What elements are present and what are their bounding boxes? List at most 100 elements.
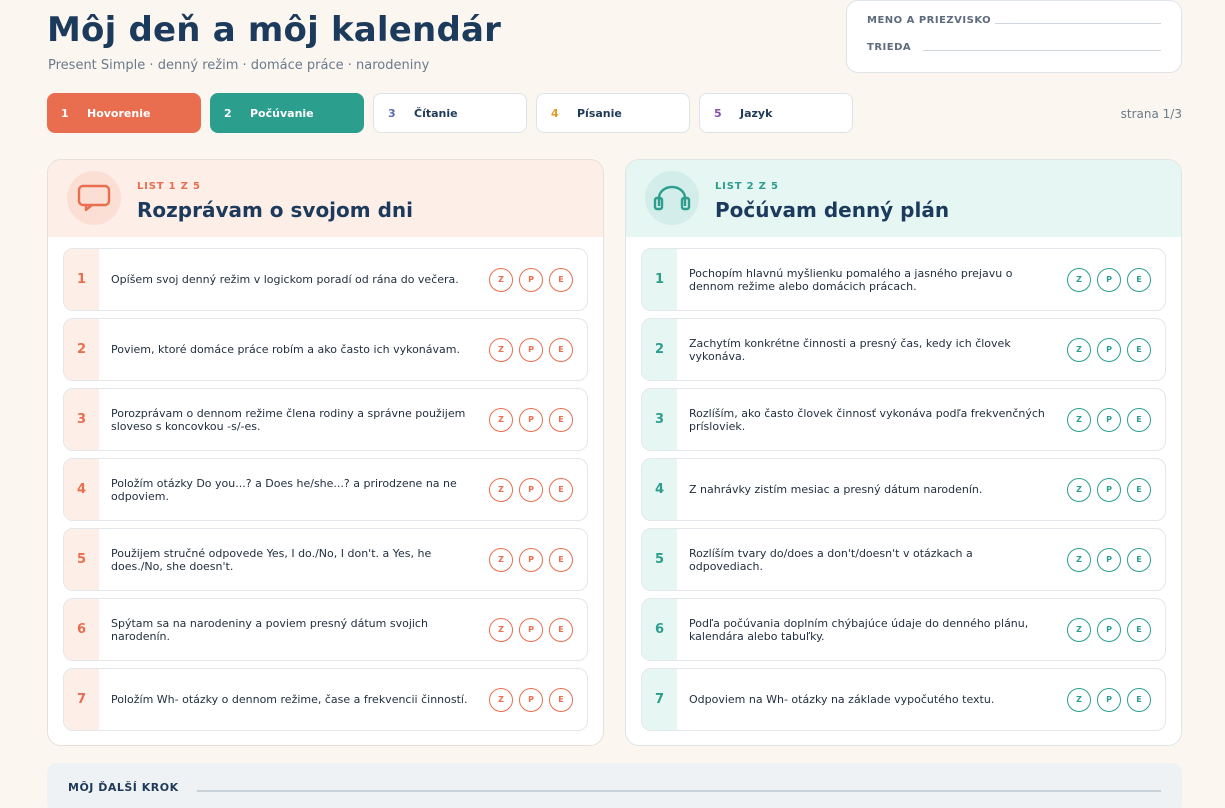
rating-circle-e[interactable]: E bbox=[1127, 617, 1151, 642]
rating-circle-e[interactable]: E bbox=[549, 407, 573, 432]
name-label: MENO A PRIEZVISKO bbox=[867, 15, 992, 26]
class-line[interactable] bbox=[923, 49, 1161, 52]
card-heading: Rozprávam o svojom dni bbox=[137, 198, 413, 222]
rating-circle-p[interactable]: P bbox=[519, 687, 543, 712]
rating-options: ZPE bbox=[489, 267, 573, 292]
tab-label: Čítanie bbox=[414, 106, 458, 120]
goal-list: 1 Opíšem svoj denný režim v logickom pora… bbox=[63, 248, 588, 738]
tab-pocuvanie[interactable]: 2 Počúvanie bbox=[210, 93, 364, 133]
goal-number: 7 bbox=[642, 669, 677, 730]
rating-options: ZPE bbox=[489, 337, 573, 362]
goal-item: 2 Zachytím konkrétne činnosti a presný ča… bbox=[641, 318, 1166, 381]
tab-number: 3 bbox=[388, 106, 396, 120]
rating-options: ZPE bbox=[489, 407, 573, 432]
rating-circle-p[interactable]: P bbox=[519, 617, 543, 642]
goal-text: Rozlíším, ako často človek činnosť vykon… bbox=[689, 406, 1045, 433]
goal-text: Porozprávam o dennom režime člena rodiny… bbox=[111, 406, 466, 433]
rating-circle-p[interactable]: P bbox=[1097, 407, 1121, 432]
rating-circle-z[interactable]: Z bbox=[1067, 547, 1091, 572]
rating-circle-e[interactable]: E bbox=[1127, 407, 1151, 432]
tab-citanie[interactable]: 3 Čítanie bbox=[373, 93, 527, 133]
tab-label: Hovorenie bbox=[87, 106, 151, 120]
goal-text: Spýtam sa na narodeniny a poviem presný … bbox=[111, 616, 428, 643]
goal-text: Podľa počúvania doplním chýbajúce údaje … bbox=[689, 616, 1029, 643]
rating-circle-z[interactable]: Z bbox=[489, 477, 513, 502]
rating-circle-p[interactable]: P bbox=[1097, 687, 1121, 712]
next-step-line[interactable] bbox=[197, 790, 1161, 792]
rating-circle-z[interactable]: Z bbox=[489, 337, 513, 362]
goal-item: 3 Rozlíším, ako často človek činnosť vyko… bbox=[641, 388, 1166, 451]
card-kicker: LIST 2 Z 5 bbox=[715, 181, 779, 192]
rating-circle-p[interactable]: P bbox=[1097, 477, 1121, 502]
rating-circle-e[interactable]: E bbox=[549, 477, 573, 502]
goal-number: 1 bbox=[64, 249, 99, 310]
goal-number: 2 bbox=[64, 319, 99, 380]
goal-item: 5 Použijem stručné odpovede Yes, I do./No… bbox=[63, 528, 588, 591]
rating-circle-e[interactable]: E bbox=[1127, 687, 1151, 712]
goal-text: Z nahrávky zistím mesiac a presný dátum … bbox=[689, 483, 983, 496]
tab-label: Jazyk bbox=[740, 106, 773, 120]
goal-text: Použijem stručné odpovede Yes, I do./No,… bbox=[111, 546, 432, 573]
rating-options: ZPE bbox=[1067, 407, 1151, 432]
tab-hovorenie[interactable]: 1 Hovorenie bbox=[47, 93, 201, 133]
card-kicker: LIST 1 Z 5 bbox=[137, 181, 201, 192]
goal-text: Položím Wh- otázky o dennom režime, čase… bbox=[111, 693, 468, 706]
goal-number: 4 bbox=[642, 459, 677, 520]
goal-item: 4 Položím otázky Do you...? a Does he/she… bbox=[63, 458, 588, 521]
rating-circle-z[interactable]: Z bbox=[1067, 337, 1091, 362]
goal-number: 5 bbox=[642, 529, 677, 590]
rating-circle-e[interactable]: E bbox=[549, 687, 573, 712]
rating-options: ZPE bbox=[1067, 547, 1151, 572]
rating-circle-e[interactable]: E bbox=[1127, 267, 1151, 292]
goal-number: 5 bbox=[64, 529, 99, 590]
rating-circle-p[interactable]: P bbox=[1097, 267, 1121, 292]
rating-circle-z[interactable]: Z bbox=[1067, 477, 1091, 502]
rating-circle-e[interactable]: E bbox=[1127, 547, 1151, 572]
goal-text: Zachytím konkrétne činnosti a presný čas… bbox=[689, 336, 1011, 363]
rating-circle-z[interactable]: Z bbox=[489, 267, 513, 292]
tab-pisanie[interactable]: 4 Písanie bbox=[536, 93, 690, 133]
rating-circle-z[interactable]: Z bbox=[1067, 267, 1091, 292]
rating-circle-e[interactable]: E bbox=[549, 337, 573, 362]
card-speaking: LIST 1 Z 5 Rozprávam o svojom dni 1 Opíše… bbox=[47, 159, 604, 746]
rating-circle-e[interactable]: E bbox=[549, 617, 573, 642]
rating-circle-z[interactable]: Z bbox=[489, 547, 513, 572]
rating-circle-z[interactable]: Z bbox=[1067, 617, 1091, 642]
rating-circle-e[interactable]: E bbox=[1127, 477, 1151, 502]
rating-circle-z[interactable]: Z bbox=[1067, 687, 1091, 712]
goal-item: 7 Odpoviem na Wh- otázky na základe vypoč… bbox=[641, 668, 1166, 731]
rating-circle-p[interactable]: P bbox=[1097, 337, 1121, 362]
rating-circle-e[interactable]: E bbox=[549, 267, 573, 292]
name-line[interactable] bbox=[995, 22, 1161, 25]
rating-options: ZPE bbox=[489, 617, 573, 642]
rating-circle-z[interactable]: Z bbox=[1067, 407, 1091, 432]
rating-circle-e[interactable]: E bbox=[549, 547, 573, 572]
tab-jazyk[interactable]: 5 Jazyk bbox=[699, 93, 853, 133]
class-row: TRIEDA bbox=[867, 42, 1161, 53]
rating-circle-e[interactable]: E bbox=[1127, 337, 1151, 362]
tab-label: Písanie bbox=[577, 106, 622, 120]
goal-number: 7 bbox=[64, 669, 99, 730]
goal-item: 3 Porozprávam o dennom režime člena rodin… bbox=[63, 388, 588, 451]
rating-circle-p[interactable]: P bbox=[519, 407, 543, 432]
goal-text: Položím otázky Do you...? a Does he/she.… bbox=[111, 476, 457, 503]
goal-item: 1 Opíšem svoj denný režim v logickom pora… bbox=[63, 248, 588, 311]
rating-options: ZPE bbox=[1067, 687, 1151, 712]
rating-options: ZPE bbox=[489, 477, 573, 502]
rating-circle-p[interactable]: P bbox=[519, 267, 543, 292]
page-subtitle: Present Simple · denný režim · domáce pr… bbox=[48, 58, 430, 73]
name-class-box: MENO A PRIEZVISKO TRIEDA bbox=[846, 0, 1182, 73]
rating-circle-p[interactable]: P bbox=[519, 477, 543, 502]
rating-circle-p[interactable]: P bbox=[519, 547, 543, 572]
rating-circle-p[interactable]: P bbox=[519, 337, 543, 362]
goal-number: 2 bbox=[642, 319, 677, 380]
goal-text: Opíšem svoj denný režim v logickom porad… bbox=[111, 273, 459, 286]
rating-circle-p[interactable]: P bbox=[1097, 617, 1121, 642]
next-step-box: MÔJ ĎALŠÍ KROK bbox=[47, 763, 1182, 808]
goal-item: 7 Položím Wh- otázky o dennom režime, čas… bbox=[63, 668, 588, 731]
rating-circle-z[interactable]: Z bbox=[489, 617, 513, 642]
rating-circle-p[interactable]: P bbox=[1097, 547, 1121, 572]
rating-circle-z[interactable]: Z bbox=[489, 687, 513, 712]
goal-number: 3 bbox=[642, 389, 677, 450]
rating-circle-z[interactable]: Z bbox=[489, 407, 513, 432]
